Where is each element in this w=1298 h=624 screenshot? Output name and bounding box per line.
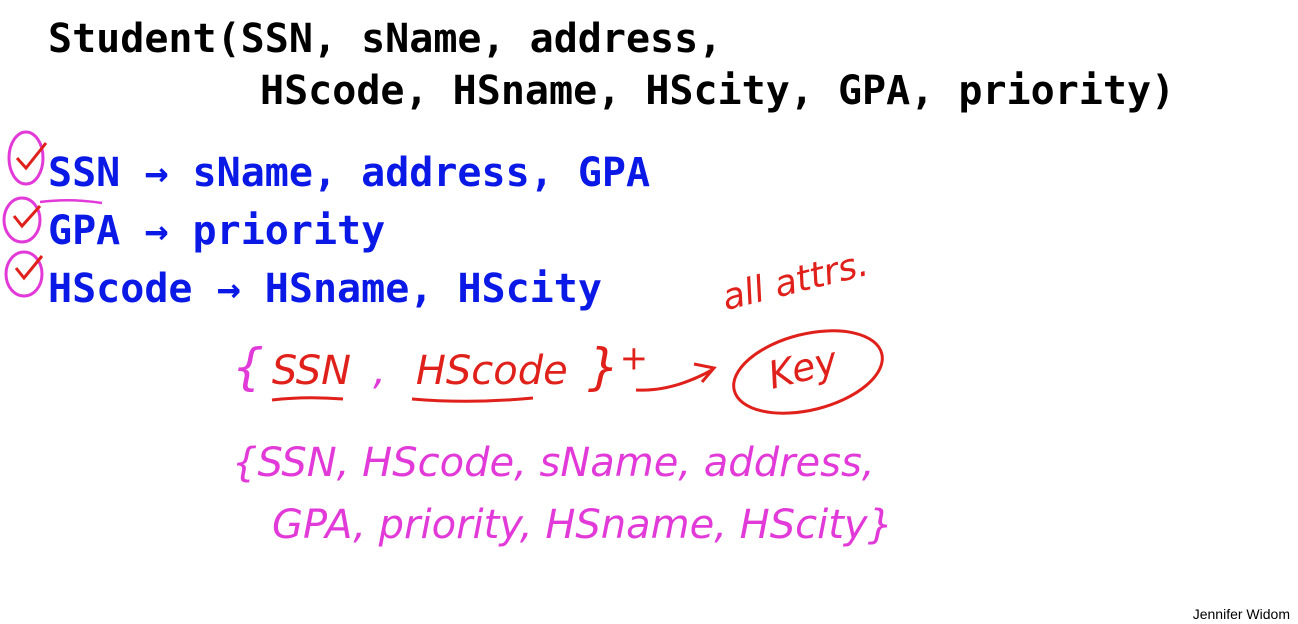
check-circle-3: [4, 250, 44, 298]
open-brace: {: [232, 338, 264, 396]
closure-set-line-1: {SSN, HScode, sName, address,: [232, 440, 875, 486]
check-circle-1: [7, 130, 45, 186]
closure-plus: +: [619, 338, 649, 379]
closure-comma: ,: [373, 348, 386, 394]
close-brace: }: [587, 338, 620, 396]
closure-attr-hscode: HScode: [415, 348, 568, 394]
check-mark-2: [12, 204, 42, 229]
closure-attr-ssn: SSN: [271, 348, 352, 394]
closure-set-line-2: GPA, priority, HSname, HScity}: [272, 502, 894, 548]
check-mark-3: [14, 255, 44, 281]
closure-expression: {SSN, HScode}+: [232, 338, 648, 396]
hscode-underline: [411, 396, 534, 403]
author-credit: Jennifer Widom: [1192, 606, 1290, 622]
ssn-underline: [271, 396, 344, 402]
check-circle-2: [2, 196, 42, 244]
check-tick-stroke: [39, 199, 103, 205]
